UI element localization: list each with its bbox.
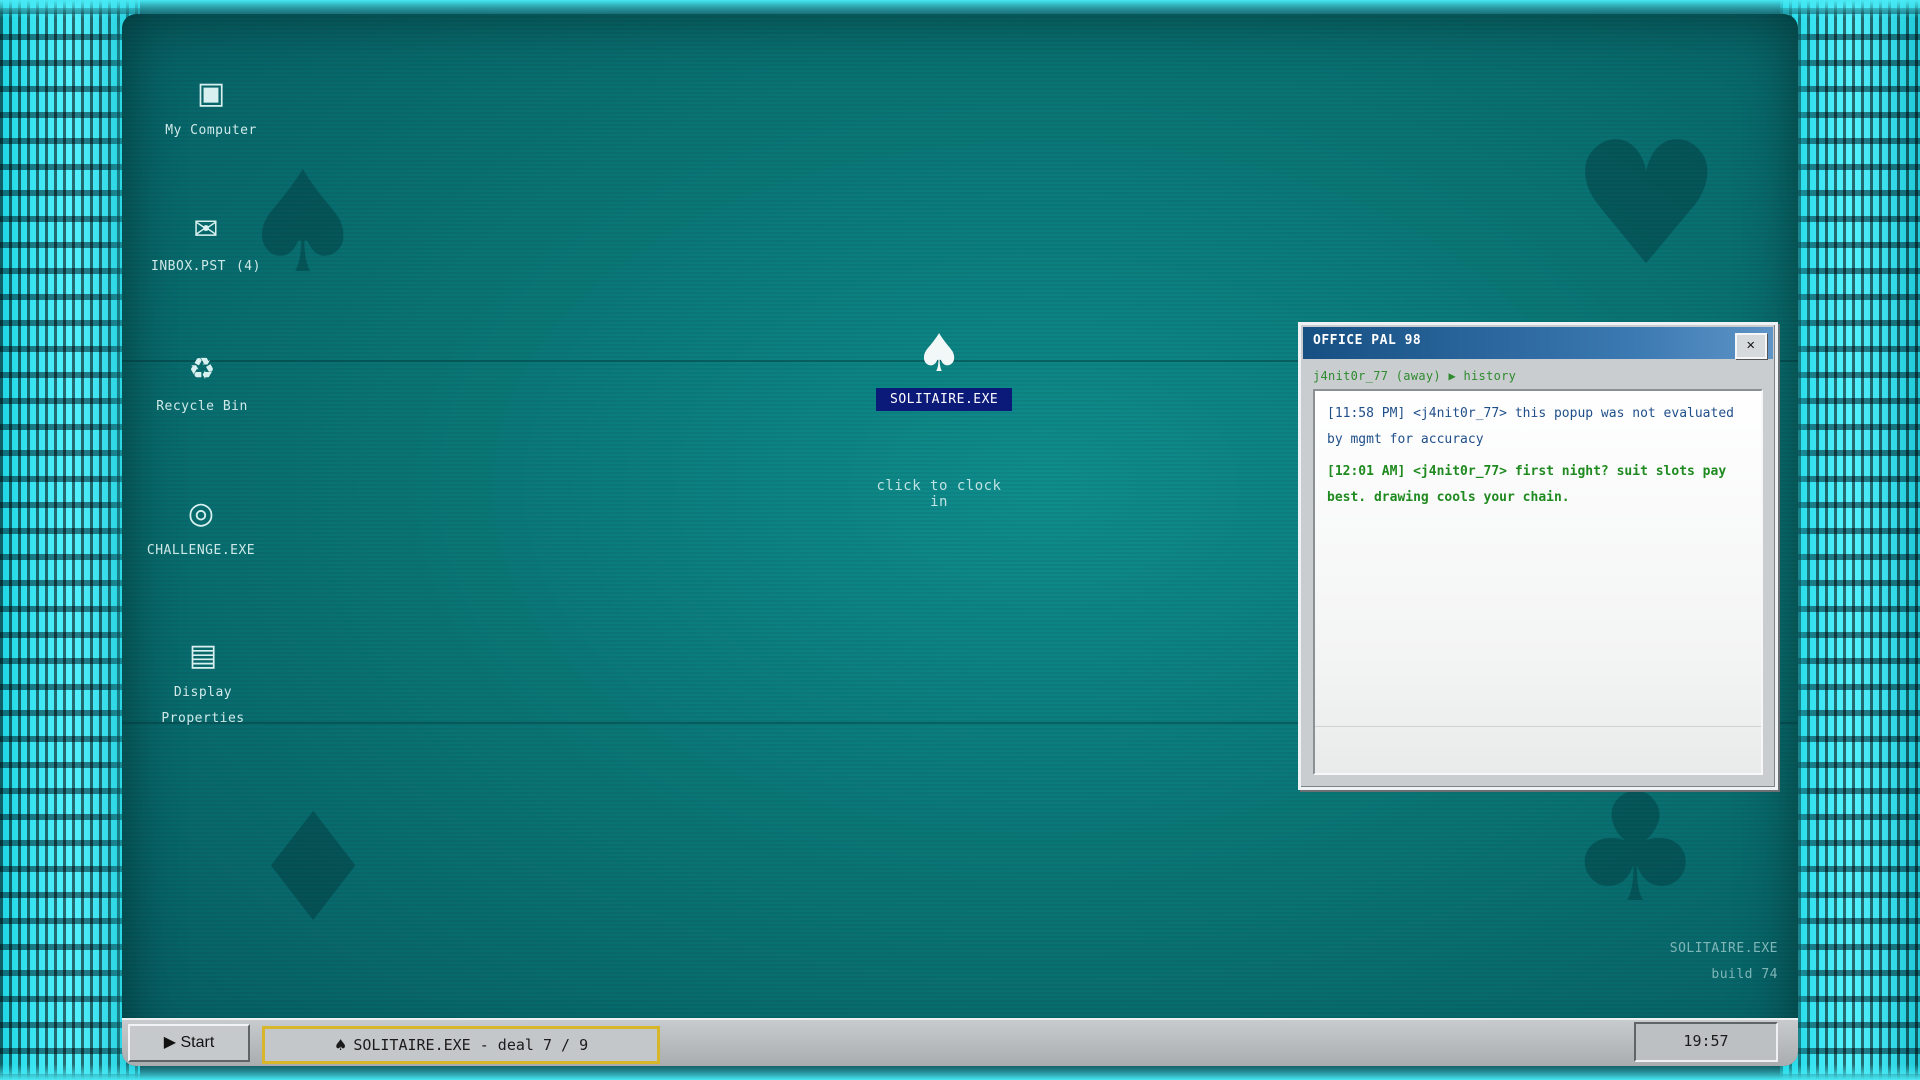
desktop-icon-label-row: INBOX.PST (4) <box>136 254 276 280</box>
window-titlebar[interactable]: OFFICE PAL 98 ✕ <box>1303 327 1773 359</box>
mail-icon: ✉ <box>193 212 219 247</box>
desktop-icon-inbox[interactable]: ✉ INBOX.PST (4) <box>136 212 276 280</box>
crt-glow-bottom <box>0 1064 1920 1080</box>
chat-history[interactable]: [11:58 PM] <j4nit0r_77> this popup was n… <box>1313 389 1763 775</box>
desktop-icon-label: My Computer <box>165 123 257 138</box>
taskbar-item-solitaire[interactable]: ♠ SOLITAIRE.EXE - deal 7 / 9 <box>262 1026 660 1064</box>
clock-in-hint: click to clock in <box>876 478 1002 510</box>
desktop-icon-label: Properties <box>161 711 245 726</box>
spade-icon: ♠ <box>915 324 963 384</box>
spade-icon: ♠ <box>333 1036 348 1054</box>
desktop-icon-label: CHALLENGE.EXE <box>146 543 256 558</box>
diamond-watermark-icon: ♦ <box>246 782 381 956</box>
computer-icon: ▣ <box>196 76 226 111</box>
window-title: OFFICE PAL 98 <box>1313 333 1422 348</box>
start-button[interactable]: ▶ Start <box>128 1024 250 1062</box>
desktop-icon-recycle-bin[interactable]: ♻ Recycle Bin <box>132 352 272 420</box>
solitaire-launcher-label: SOLITAIRE.EXE <box>876 388 1013 411</box>
desktop-icon-display-properties[interactable]: ▤ Display Properties <box>133 638 273 732</box>
crt-frame-right <box>1780 0 1920 1080</box>
crt-frame-left <box>0 0 140 1080</box>
close-icon: ✕ <box>1746 337 1756 353</box>
chat-message: [11:58 PM] <j4nit0r_77> this popup was n… <box>1327 406 1734 447</box>
solitaire-launcher[interactable]: ♠ SOLITAIRE.EXE <box>876 324 1013 411</box>
build-app-name: SOLITAIRE.EXE <box>1669 941 1778 956</box>
desktop-icon-challenge[interactable]: ◎ CHALLENGE.EXE <box>131 496 271 564</box>
desktop-icon-label: INBOX.PST <box>151 259 226 274</box>
taskbar: ▶ Start ♠ SOLITAIRE.EXE - deal 7 / 9 19:5… <box>122 1018 1798 1066</box>
display-icon: ▤ <box>188 638 218 673</box>
chat-message: [12:01 AM] <j4nit0r_77> first night? sui… <box>1327 464 1727 505</box>
build-number: build 74 <box>1711 967 1778 982</box>
history-divider <box>1315 726 1761 727</box>
desktop-icon-my-computer[interactable]: ▣ My Computer <box>141 76 281 144</box>
system-clock: 19:57 <box>1634 1022 1778 1062</box>
office-pal-window[interactable]: OFFICE PAL 98 ✕ j4nit0r_77 (away) ▶ hist… <box>1298 322 1778 790</box>
target-icon: ◎ <box>187 496 215 531</box>
unread-count-badge: (4) <box>235 259 261 274</box>
chat-breadcrumb: j4nit0r_77 (away) ▶ history <box>1313 369 1517 383</box>
recycle-icon: ♻ <box>188 352 216 387</box>
desktop-icon-label: Display <box>173 685 233 700</box>
club-watermark-icon: ♣ <box>1568 762 1703 936</box>
desktop-screen: ♠ ♥ ♦ ♣ ▣ My Computer ✉ INBOX.PST (4) ♻ R… <box>122 14 1798 1066</box>
heart-watermark-icon: ♥ <box>1570 106 1723 304</box>
taskbar-item-label: SOLITAIRE.EXE - deal 7 / 9 <box>353 1036 589 1054</box>
desktop-icon-label: Recycle Bin <box>156 399 248 414</box>
close-button[interactable]: ✕ <box>1735 333 1767 359</box>
build-tag: SOLITAIRE.EXE build 74 <box>1670 936 1778 988</box>
